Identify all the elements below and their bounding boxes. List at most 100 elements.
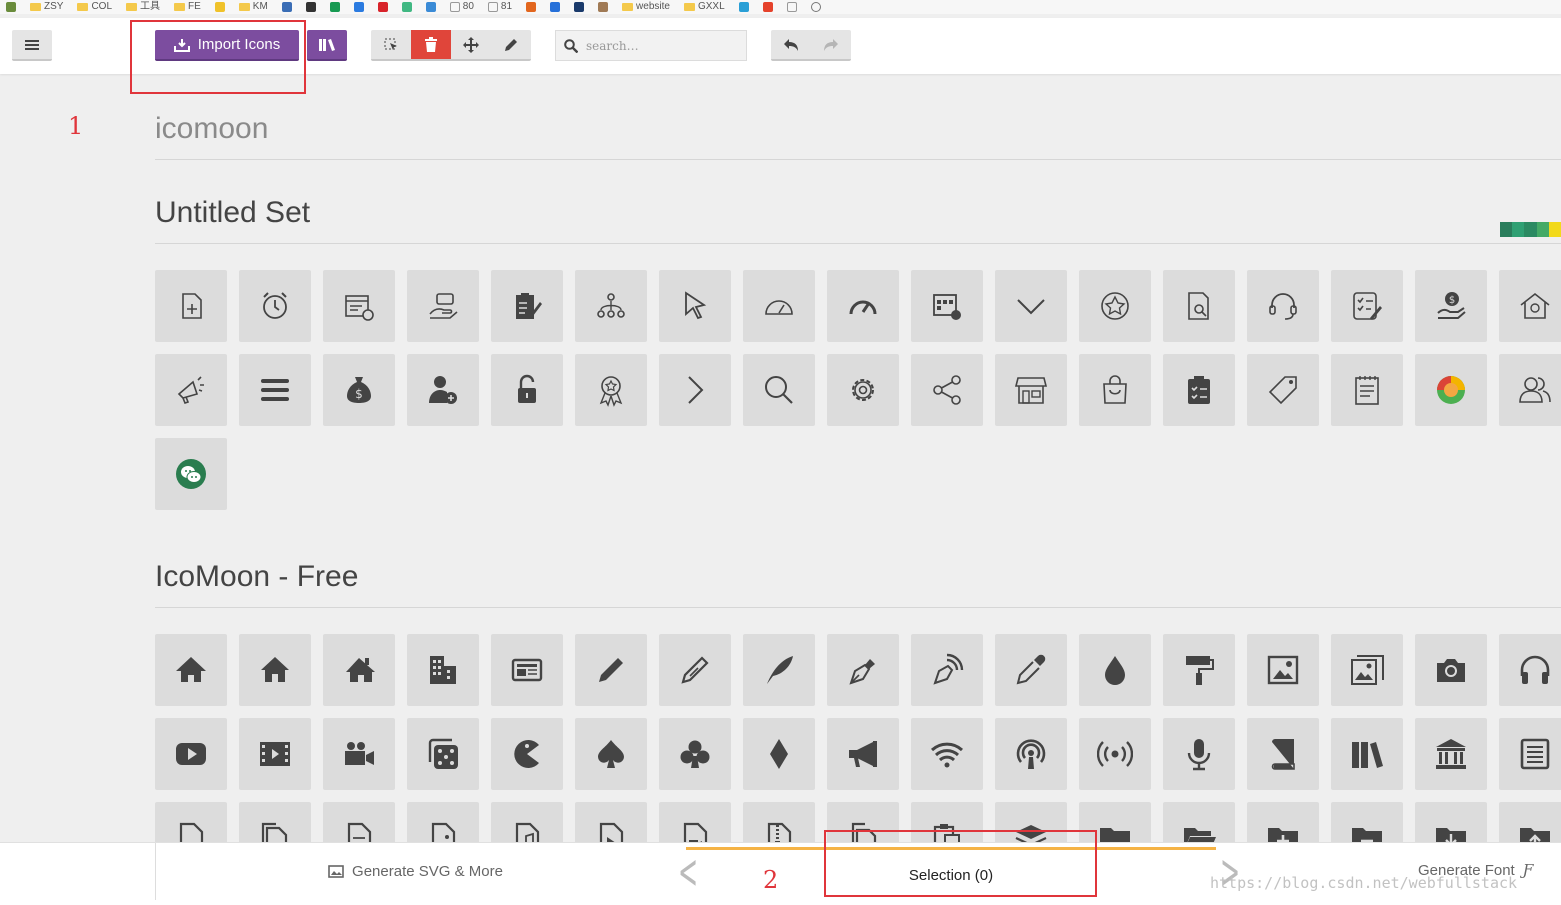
library-button[interactable] xyxy=(307,30,347,61)
delete-tool-button[interactable] xyxy=(411,30,451,59)
icon-tile[interactable] xyxy=(239,634,311,706)
bookmark-km[interactable]: KM xyxy=(238,2,268,12)
icon-tile[interactable] xyxy=(323,634,395,706)
icon-tile[interactable] xyxy=(239,718,311,790)
icon-tile[interactable] xyxy=(491,270,563,342)
icon-tile[interactable] xyxy=(995,718,1067,790)
bookmark-favicon[interactable] xyxy=(738,2,749,12)
bookmark-favicon[interactable] xyxy=(401,2,412,12)
icon-tile[interactable] xyxy=(407,354,479,426)
icon-tile[interactable] xyxy=(995,634,1067,706)
icon-tile[interactable] xyxy=(155,270,227,342)
icon-tile[interactable] xyxy=(1079,634,1151,706)
set-title-icomoon[interactable]: icomoon xyxy=(155,112,268,146)
icon-tile[interactable] xyxy=(1499,634,1561,706)
icon-tile[interactable] xyxy=(1163,270,1235,342)
icon-tile[interactable] xyxy=(1331,634,1403,706)
icon-tile[interactable] xyxy=(239,270,311,342)
icon-tile[interactable] xyxy=(155,718,227,790)
bookmark-tools[interactable]: 工具 xyxy=(126,2,160,12)
icon-tile[interactable] xyxy=(1163,634,1235,706)
icon-tile[interactable] xyxy=(1415,354,1487,426)
bookmark-favicon[interactable] xyxy=(598,2,609,12)
move-tool-button[interactable] xyxy=(451,30,491,59)
icon-tile[interactable] xyxy=(827,718,899,790)
icon-tile[interactable] xyxy=(911,718,983,790)
icon-tile[interactable] xyxy=(575,718,647,790)
icon-tile[interactable] xyxy=(1499,718,1561,790)
icon-tile[interactable] xyxy=(827,270,899,342)
icon-tile[interactable] xyxy=(659,634,731,706)
icon-tile[interactable] xyxy=(827,634,899,706)
icon-tile[interactable] xyxy=(1499,270,1561,342)
menu-button[interactable] xyxy=(12,30,52,61)
icon-tile[interactable] xyxy=(1331,270,1403,342)
bookmark-favicon[interactable] xyxy=(762,2,773,12)
bookmark-favicon[interactable] xyxy=(425,2,436,12)
bookmark-favicon[interactable] xyxy=(281,2,292,12)
icon-tile[interactable] xyxy=(1247,270,1319,342)
icon-tile[interactable] xyxy=(407,634,479,706)
icon-tile[interactable] xyxy=(911,270,983,342)
icon-tile[interactable] xyxy=(995,270,1067,342)
bookmark-favicon[interactable] xyxy=(305,2,316,12)
icon-tile[interactable] xyxy=(155,634,227,706)
bookmark-favicon[interactable] xyxy=(786,2,797,12)
bookmark-favicon[interactable] xyxy=(574,2,585,12)
icon-tile[interactable] xyxy=(1163,718,1235,790)
icon-tile[interactable] xyxy=(1079,354,1151,426)
icon-tile[interactable] xyxy=(1499,354,1561,426)
bookmark-favicon[interactable] xyxy=(329,2,340,12)
icon-tile[interactable] xyxy=(743,270,815,342)
bookmark-favicon[interactable] xyxy=(526,2,537,12)
bookmark-zsy[interactable]: ZSY xyxy=(30,2,63,12)
icon-tile[interactable] xyxy=(1415,634,1487,706)
icon-tile[interactable] xyxy=(491,354,563,426)
icon-tile[interactable] xyxy=(659,354,731,426)
bookmark-81[interactable]: 81 xyxy=(487,2,512,12)
icon-tile[interactable] xyxy=(575,270,647,342)
search-input[interactable] xyxy=(586,38,736,53)
icon-tile[interactable] xyxy=(1331,354,1403,426)
bookmark-favicon[interactable] xyxy=(6,2,16,12)
edit-tool-button[interactable] xyxy=(491,30,531,59)
bookmark-80[interactable]: 80 xyxy=(449,2,474,12)
icon-tile[interactable] xyxy=(323,718,395,790)
icon-tile[interactable]: $ xyxy=(1415,270,1487,342)
bookmark-gxxl[interactable]: GXXL xyxy=(683,2,725,12)
icon-tile[interactable]: $ xyxy=(323,354,395,426)
icon-tile[interactable] xyxy=(155,354,227,426)
generate-svg-button[interactable]: Generate SVG & More xyxy=(155,843,675,900)
icon-tile[interactable] xyxy=(1247,718,1319,790)
bookmark-fe[interactable]: FE xyxy=(174,2,201,12)
redo-button[interactable] xyxy=(811,30,851,59)
icon-tile[interactable] xyxy=(323,270,395,342)
icon-tile[interactable] xyxy=(575,634,647,706)
icon-tile[interactable] xyxy=(1079,270,1151,342)
bookmark-favicon[interactable] xyxy=(550,2,561,12)
bookmark-website[interactable]: website xyxy=(622,2,670,12)
icon-tile[interactable] xyxy=(1163,354,1235,426)
icon-tile[interactable] xyxy=(239,354,311,426)
icon-tile[interactable] xyxy=(407,718,479,790)
icon-tile[interactable] xyxy=(1079,718,1151,790)
icon-tile[interactable] xyxy=(1415,718,1487,790)
icon-tile[interactable] xyxy=(491,718,563,790)
icon-tile[interactable] xyxy=(743,354,815,426)
icon-tile[interactable] xyxy=(827,354,899,426)
bookmark-favicon[interactable] xyxy=(377,2,388,12)
undo-button[interactable] xyxy=(771,30,811,59)
icon-tile[interactable] xyxy=(743,634,815,706)
icon-tile[interactable] xyxy=(155,438,227,510)
icon-tile[interactable] xyxy=(995,354,1067,426)
set-title-untitled[interactable]: Untitled Set xyxy=(155,196,310,230)
set-title-icomoon-free[interactable]: IcoMoon - Free xyxy=(155,560,358,594)
icon-tile[interactable] xyxy=(407,270,479,342)
select-tool-button[interactable] xyxy=(371,30,411,59)
icon-tile[interactable] xyxy=(575,354,647,426)
bookmark-favicon[interactable] xyxy=(353,2,364,12)
bookmark-favicon[interactable] xyxy=(214,2,225,12)
icon-tile[interactable] xyxy=(491,634,563,706)
icon-tile[interactable] xyxy=(911,354,983,426)
icon-tile[interactable] xyxy=(911,634,983,706)
